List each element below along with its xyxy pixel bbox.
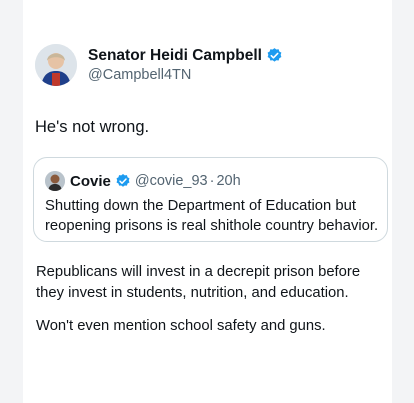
continuation-paragraph-2: Won't even mention school safety and gun… [36, 318, 326, 334]
quoted-tweet-header: Covie @covie_93 · 20h [45, 171, 241, 191]
quoted-time[interactable]: 20h [216, 173, 240, 189]
quoted-handle[interactable]: @covie_93 [135, 173, 208, 189]
author-handle[interactable]: @Campbell4TN [88, 66, 283, 85]
author-name-row: Senator Heidi Campbell [88, 46, 283, 65]
quoted-separator: · [209, 173, 215, 189]
tweet-text: He's not wrong. [35, 118, 150, 136]
quoted-author-name[interactable]: Covie [70, 173, 111, 190]
author-block: Senator Heidi Campbell @Campbell4TN [88, 46, 283, 85]
tweet-header: Senator Heidi Campbell @Campbell4TN [35, 44, 283, 86]
thread-continuation: Republicans will invest in a decrepit pr… [36, 262, 386, 349]
avatar[interactable] [35, 44, 77, 86]
quoted-tweet[interactable]: Covie @covie_93 · 20h Shutting down the … [33, 157, 388, 242]
continuation-paragraph-1: Republicans will invest in a decrepit pr… [36, 264, 361, 301]
quoted-text: Shutting down the Department of Educatio… [45, 198, 379, 234]
verified-badge-icon [266, 47, 283, 64]
quoted-avatar[interactable] [45, 171, 65, 191]
tweet-card: Senator Heidi Campbell @Campbell4TN He's… [23, 0, 392, 403]
author-name[interactable]: Senator Heidi Campbell [88, 46, 262, 65]
quoted-verified-badge-icon [115, 173, 131, 189]
